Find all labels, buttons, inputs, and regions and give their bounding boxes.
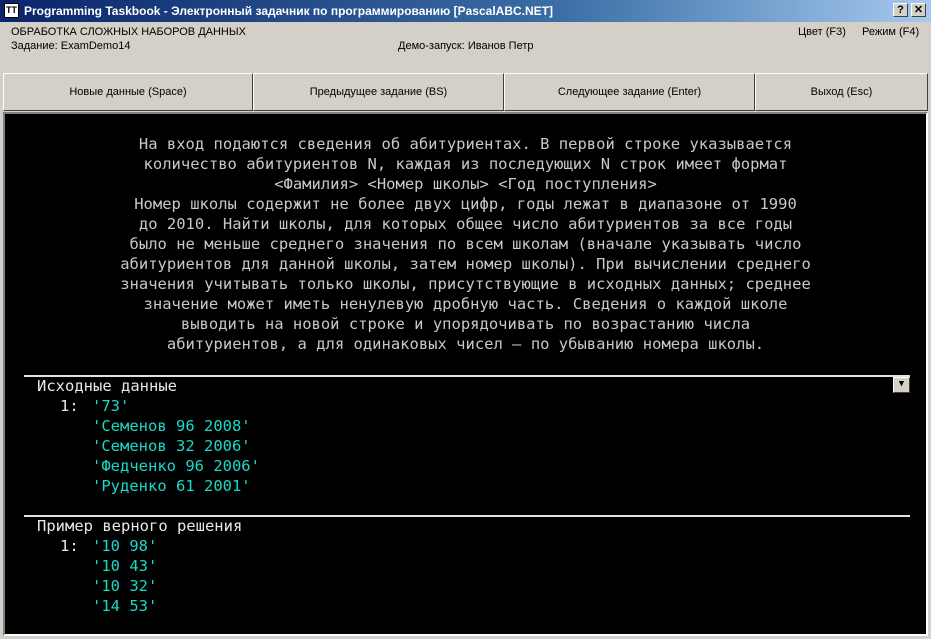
output-line: '14 53' bbox=[92, 597, 158, 615]
input-line: '73' bbox=[92, 397, 130, 415]
description-line: абитуриентов, а для одинаковых чисел — п… bbox=[166, 335, 765, 353]
exit-button[interactable]: Выход (Esc) bbox=[755, 73, 928, 111]
output-section-title: Пример верного решения bbox=[37, 517, 243, 535]
description-line: абитуриентов для данной школы, затем ном… bbox=[120, 255, 811, 273]
close-button[interactable]: ✕ bbox=[911, 3, 926, 17]
description-line: было не меньше среднего значения по всем… bbox=[129, 235, 802, 253]
description-line: На вход подаются сведения об абитуриента… bbox=[138, 135, 793, 153]
mode-option[interactable]: Режим (F4) bbox=[862, 26, 919, 38]
previous-task-button[interactable]: Предыдущее задание (BS) bbox=[253, 73, 504, 111]
demo-user: Демо-запуск: Иванов Петр bbox=[398, 40, 534, 52]
task-name: Задание: ExamDemo14 bbox=[11, 40, 131, 52]
task-description: На вход подаются сведения об абитуриента… bbox=[5, 134, 926, 354]
navigation-buttons: Новые данные (Space) Предыдущее задание … bbox=[3, 73, 928, 111]
input-index: 1: bbox=[60, 397, 79, 415]
description-line: значения учитывать только школы, присутс… bbox=[120, 275, 811, 293]
next-task-button[interactable]: Следующее задание (Enter) bbox=[504, 73, 755, 111]
description-line: значение может иметь ненулевую дробную ч… bbox=[143, 295, 788, 313]
task-console: На вход подаются сведения об абитуриента… bbox=[3, 112, 928, 636]
output-line: '10 43' bbox=[92, 557, 158, 575]
input-line: 'Семенов 32 2006' bbox=[92, 437, 251, 455]
output-line: '10 32' bbox=[92, 577, 158, 595]
app-icon: TT bbox=[4, 3, 19, 18]
scroll-down-button[interactable]: ▼ bbox=[893, 377, 910, 393]
output-index: 1: bbox=[60, 537, 79, 555]
window-title: Programming Taskbook - Электронный задач… bbox=[24, 4, 553, 18]
input-line: 'Руденко 61 2001' bbox=[92, 477, 251, 495]
description-line: количество абитуриентов N, каждая из пос… bbox=[143, 155, 788, 173]
description-line: <Фамилия> <Номер школы> <Год поступления… bbox=[274, 175, 657, 193]
help-button[interactable]: ? bbox=[893, 3, 908, 17]
output-line: '10 98' bbox=[92, 537, 158, 555]
input-section-title: Исходные данные bbox=[37, 377, 177, 395]
input-line: 'Семенов 96 2008' bbox=[92, 417, 251, 435]
new-data-button[interactable]: Новые данные (Space) bbox=[3, 73, 253, 111]
description-line: Номер школы содержит не более двух цифр,… bbox=[134, 195, 797, 213]
group-name: ОБРАБОТКА СЛОЖНЫХ НАБОРОВ ДАННЫХ bbox=[11, 26, 246, 38]
input-line: 'Федченко 96 2006' bbox=[92, 457, 260, 475]
title-bar: TT Programming Taskbook - Электронный за… bbox=[0, 0, 931, 22]
color-option[interactable]: Цвет (F3) bbox=[798, 26, 846, 38]
description-line: выводить на новой строке и упорядочивать… bbox=[180, 315, 751, 333]
description-line: до 2010. Найти школы, для которых общее … bbox=[138, 215, 793, 233]
task-info-panel: ОБРАБОТКА СЛОЖНЫХ НАБОРОВ ДАННЫХ Задание… bbox=[0, 22, 931, 70]
